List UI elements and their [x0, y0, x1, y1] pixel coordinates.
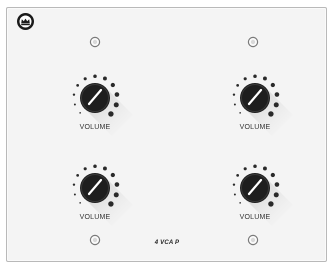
scale-dot: [83, 77, 87, 81]
knob-label: VOLUME: [79, 214, 111, 221]
scale-dot: [243, 77, 247, 81]
scale-dot: [108, 111, 114, 117]
scale-dot: [232, 93, 236, 96]
scale-dot: [114, 182, 120, 187]
scale-dot: [73, 193, 76, 196]
knob-label: VOLUME: [79, 124, 111, 131]
scale-dot: [76, 174, 80, 177]
scale-dot: [236, 84, 240, 87]
scale-dot: [239, 112, 241, 114]
volume-knob-4[interactable]: VOLUME: [222, 158, 322, 238]
mounting-screw-top-left: [89, 36, 101, 48]
scale-dot: [233, 103, 236, 106]
scale-dot: [72, 183, 76, 186]
scale-dot: [83, 167, 87, 171]
scale-dot: [253, 74, 257, 78]
scale-dot: [273, 102, 279, 108]
knob-graphic: [232, 164, 293, 226]
knob-graphic: [72, 164, 133, 226]
model-label: 4 VCA P: [154, 240, 180, 246]
scale-dot: [103, 76, 107, 81]
scale-dot: [232, 183, 236, 186]
scale-dot: [270, 172, 275, 178]
knob-graphic: [232, 74, 293, 136]
scale-dot: [113, 102, 119, 108]
scale-dot: [93, 74, 97, 78]
wall-panel-view: VOLUME VOLUME VOLUME VOLUME 4 VCA P: [0, 0, 334, 269]
scale-dot: [113, 192, 119, 198]
scale-dot: [263, 166, 267, 171]
scale-dot: [114, 92, 120, 97]
volume-knob-2[interactable]: VOLUME: [222, 68, 322, 148]
knob-graphic: [72, 74, 133, 136]
scale-dot: [239, 202, 241, 204]
scale-dot: [268, 201, 274, 207]
scale-dot: [110, 172, 115, 178]
scale-dot: [270, 82, 275, 88]
scale-dot: [73, 103, 76, 106]
scale-dot: [72, 93, 76, 96]
scale-dot: [79, 202, 81, 204]
volume-knob-1[interactable]: VOLUME: [62, 68, 162, 148]
knob-label: VOLUME: [239, 214, 271, 221]
scale-dot: [93, 164, 97, 168]
scale-dot: [103, 166, 107, 171]
knob-label: VOLUME: [239, 124, 271, 131]
scale-dot: [263, 76, 267, 81]
scale-dot: [274, 182, 280, 187]
crown-logo-icon: [17, 13, 34, 30]
mounting-screw-top-right: [247, 36, 259, 48]
volume-knob-3[interactable]: VOLUME: [62, 158, 162, 238]
scale-dot: [243, 167, 247, 171]
scale-dot: [236, 174, 240, 177]
scale-dot: [108, 201, 114, 207]
scale-dot: [274, 92, 280, 97]
scale-dot: [233, 193, 236, 196]
scale-dot: [76, 84, 80, 87]
scale-dot: [110, 82, 115, 88]
scale-dot: [253, 164, 257, 168]
scale-dot: [273, 192, 279, 198]
scale-dot: [268, 111, 274, 117]
scale-dot: [79, 112, 81, 114]
